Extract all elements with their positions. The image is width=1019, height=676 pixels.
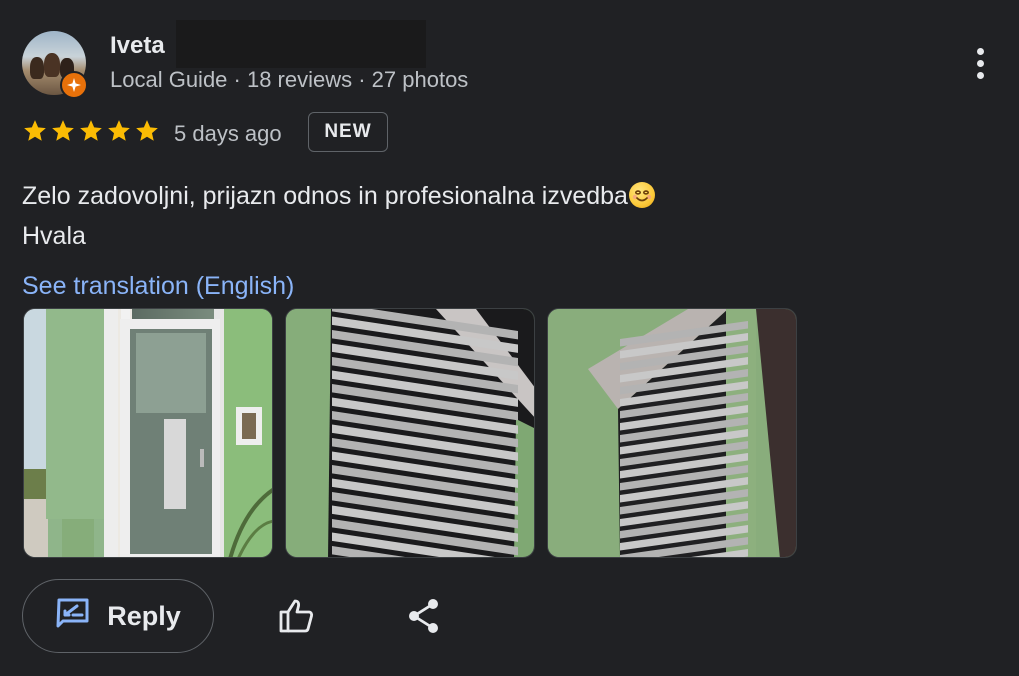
door-photo[interactable]: [23, 308, 273, 558]
reviewer-meta: Local Guide · 18 reviews · 27 photos: [110, 67, 469, 92]
thumbs-up-icon[interactable]: [274, 594, 318, 638]
review-date: 5 days ago: [174, 121, 282, 146]
window-blinds-photo-1[interactable]: [285, 308, 535, 558]
more-options-icon[interactable]: [964, 40, 996, 86]
review-text: Zelo zadovoljni, prijazn odnos in profes…: [22, 176, 655, 256]
reply-label: Reply: [107, 600, 181, 631]
smiling-face-emoji-icon: [628, 182, 655, 208]
star-icon: [80, 120, 102, 141]
share-icon[interactable]: [402, 594, 446, 638]
star-icon: [24, 120, 46, 141]
star-icon: [52, 120, 74, 141]
new-badge: NEW: [308, 112, 388, 152]
reply-button[interactable]: Reply: [22, 579, 214, 653]
local-guide-star-icon: [60, 71, 88, 99]
star-rating: [22, 118, 160, 144]
review-line-2: Hvala: [22, 222, 86, 250]
redaction-box: [176, 20, 426, 68]
review-line-1: Zelo zadovoljni, prijazn odnos in profes…: [22, 182, 628, 210]
reviewer-avatar[interactable]: [22, 31, 88, 99]
star-icon: [108, 120, 130, 141]
star-icon: [136, 120, 158, 141]
reply-icon: [55, 597, 91, 636]
see-translation-link[interactable]: See translation (English): [22, 272, 294, 301]
window-blinds-photo-2[interactable]: [547, 308, 797, 558]
reviewer-name[interactable]: Iveta: [110, 32, 165, 60]
